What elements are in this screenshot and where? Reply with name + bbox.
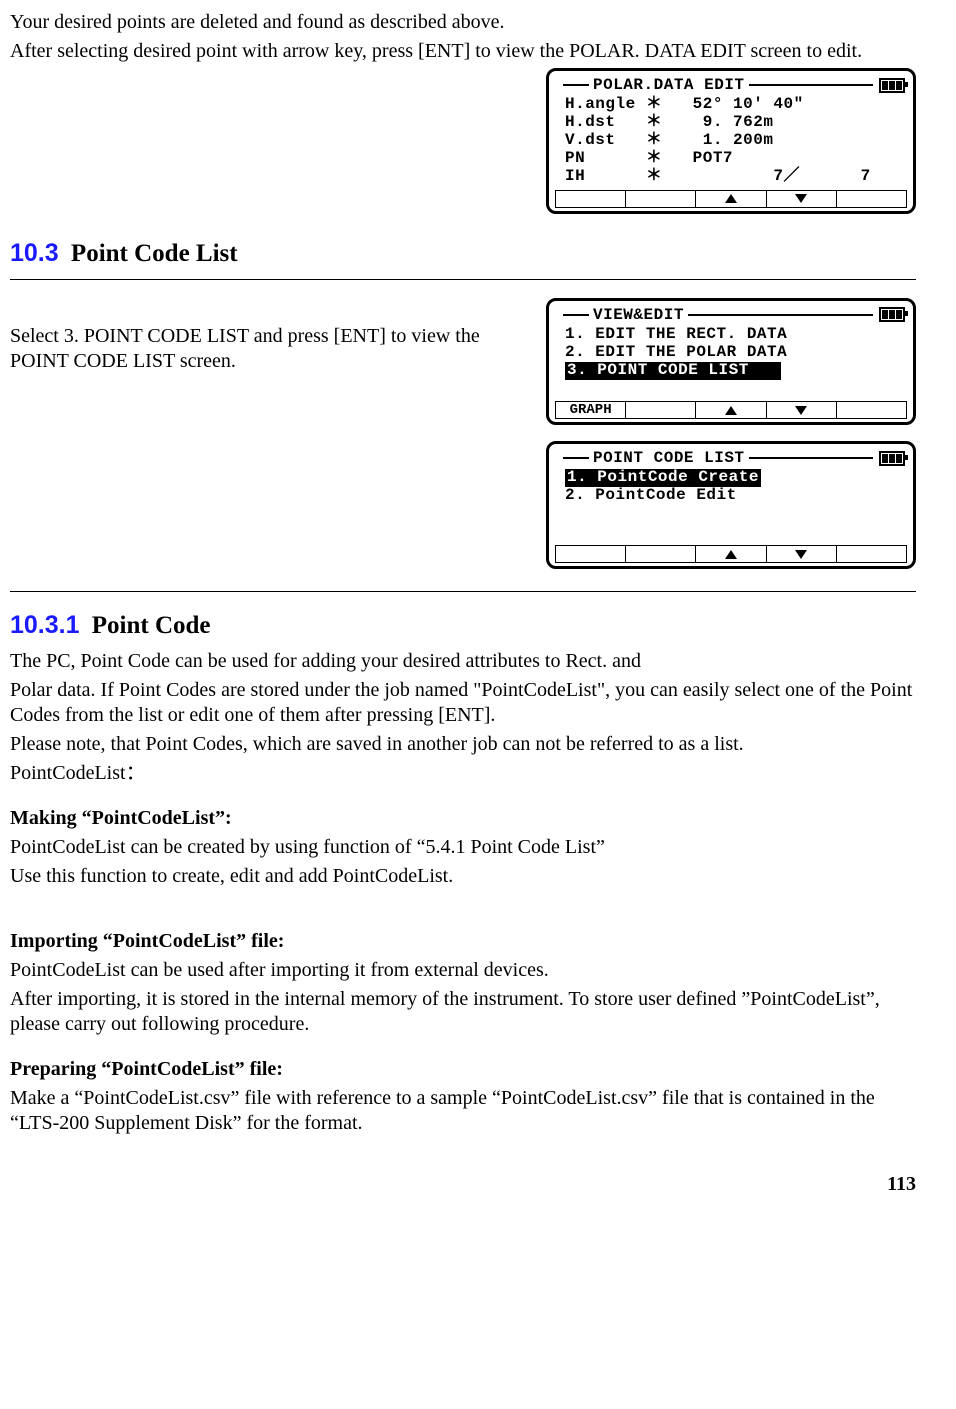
softkey-row: GRAPH bbox=[555, 401, 907, 419]
softkey-down bbox=[767, 545, 837, 563]
pc-para-1c: Please note, that Point Codes, which are… bbox=[10, 732, 916, 757]
heading-10-3-title: Point Code List bbox=[71, 240, 238, 267]
menu-item: 2. EDIT THE POLAR DATA bbox=[565, 344, 903, 362]
arrow-down-icon bbox=[795, 194, 807, 203]
menu-item-selected: 3. POINT CODE LIST bbox=[565, 362, 903, 380]
softkey-up bbox=[696, 401, 766, 419]
pc-para-1b: Polar data. If Point Codes are stored un… bbox=[10, 678, 916, 728]
softkey-empty bbox=[626, 190, 696, 208]
polar-screen-title: POLAR.DATA EDIT bbox=[593, 75, 745, 95]
polar-row: H.angle ＊ 52° 10′ 40″ bbox=[565, 96, 903, 114]
softkey-empty bbox=[837, 545, 907, 563]
softkey-empty bbox=[837, 401, 907, 419]
intro-line-2: After selecting desired point with arrow… bbox=[10, 39, 916, 64]
making-pcl-line2: Use this function to create, edit and ad… bbox=[10, 864, 916, 889]
point-code-list-screen: POINT CODE LIST 1. PointCode Create 2. P… bbox=[546, 441, 916, 569]
intro-line-1: Your desired points are deleted and foun… bbox=[10, 10, 916, 35]
heading-preparing-pcl: Preparing “PointCodeList” file: bbox=[10, 1057, 916, 1082]
section-10-3-text: Select 3. POINT CODE LIST and press [ENT… bbox=[10, 324, 518, 374]
section-rule bbox=[10, 591, 916, 592]
pcl-title: POINT CODE LIST bbox=[593, 448, 745, 468]
heading-10-3-num: 10.3 bbox=[10, 239, 59, 267]
arrow-up-icon bbox=[725, 194, 737, 203]
softkey-up bbox=[696, 190, 766, 208]
polar-row: IH ＊ 7／ 7 bbox=[565, 168, 903, 186]
arrow-up-icon bbox=[725, 550, 737, 559]
heading-making-pcl: Making “PointCodeList”: bbox=[10, 806, 916, 831]
softkey-empty bbox=[626, 545, 696, 563]
softkey-graph: GRAPH bbox=[555, 401, 626, 419]
arrow-down-icon bbox=[795, 550, 807, 559]
battery-icon bbox=[879, 78, 905, 93]
page-number: 113 bbox=[10, 1172, 916, 1197]
heading-10-3-1-title: Point Code bbox=[92, 612, 211, 639]
polar-row: H.dst ＊ 9. 762m bbox=[565, 114, 903, 132]
heading-10-3: 10.3 Point Code List bbox=[10, 238, 916, 269]
softkey-row bbox=[555, 190, 907, 208]
battery-icon bbox=[879, 307, 905, 322]
polar-row: PN ＊ POT7 bbox=[565, 150, 903, 168]
heading-10-3-1-num: 10.3.1 bbox=[10, 611, 80, 639]
arrow-up-icon bbox=[725, 406, 737, 415]
view-edit-title: VIEW&EDIT bbox=[593, 305, 684, 325]
preparing-pcl-line1: Make a “PointCodeList.csv” file with ref… bbox=[10, 1086, 916, 1136]
making-pcl-line1: PointCodeList can be created by using fu… bbox=[10, 835, 916, 860]
importing-pcl-line2: After importing, it is stored in the int… bbox=[10, 987, 916, 1037]
polar-row: V.dst ＊ 1. 200m bbox=[565, 132, 903, 150]
arrow-down-icon bbox=[795, 406, 807, 415]
battery-icon bbox=[879, 451, 905, 466]
menu-item: 2. PointCode Edit bbox=[565, 487, 903, 505]
softkey-down bbox=[767, 401, 837, 419]
pc-para-1a: The PC, Point Code can be used for addin… bbox=[10, 649, 916, 674]
softkey-empty bbox=[626, 401, 696, 419]
section-rule bbox=[10, 279, 916, 280]
softkey-down bbox=[767, 190, 837, 208]
softkey-empty bbox=[555, 545, 626, 563]
importing-pcl-line1: PointCodeList can be used after importin… bbox=[10, 958, 916, 983]
softkey-empty bbox=[555, 190, 626, 208]
softkey-row bbox=[555, 545, 907, 563]
softkey-up bbox=[696, 545, 766, 563]
menu-item-selected: 1. PointCode Create bbox=[565, 469, 903, 487]
heading-10-3-1: 10.3.1 Point Code bbox=[10, 610, 916, 641]
heading-importing-pcl: Importing “PointCodeList” file: bbox=[10, 929, 916, 954]
pc-para-1d: PointCodeList： bbox=[10, 761, 916, 786]
menu-item: 1. EDIT THE RECT. DATA bbox=[565, 326, 903, 344]
view-and-edit-screen: VIEW&EDIT 1. EDIT THE RECT. DATA 2. EDIT… bbox=[546, 298, 916, 426]
softkey-empty bbox=[837, 190, 907, 208]
polar-data-edit-screen: POLAR.DATA EDIT H.angle ＊ 52° 10′ 40″ H.… bbox=[546, 68, 916, 214]
